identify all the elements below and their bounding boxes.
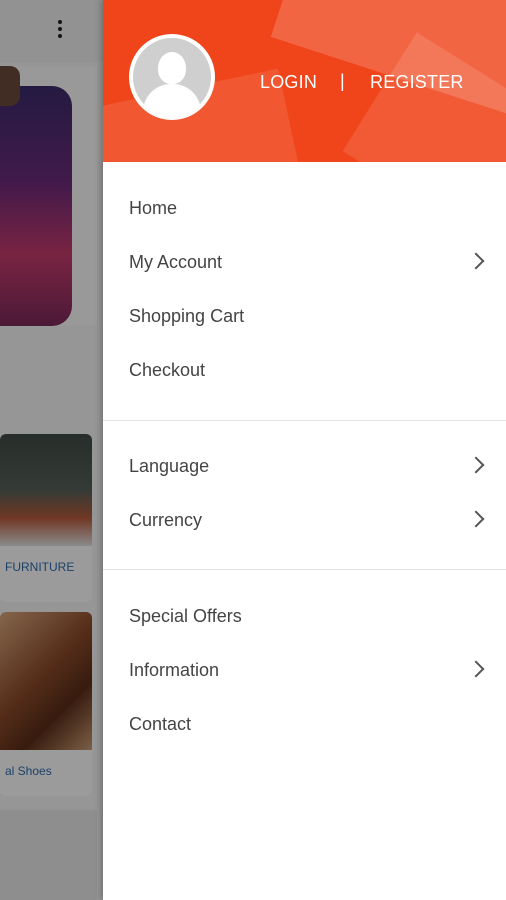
menu-item-label: Language <box>129 456 210 476</box>
avatar-placeholder <box>133 38 211 116</box>
menu-item-currency[interactable]: Currency <box>103 495 506 549</box>
avatar-head <box>158 52 186 84</box>
menu-item-language[interactable]: Language <box>103 441 506 495</box>
avatar-icon[interactable] <box>129 34 215 120</box>
auth-separator: | <box>340 71 345 91</box>
menu-item-label: Special Offers <box>129 606 242 626</box>
menu-item-shopping-cart[interactable]: Shopping Cart <box>103 291 506 345</box>
menu-divider <box>103 420 506 421</box>
menu-item-checkout[interactable]: Checkout <box>103 345 506 399</box>
chevron-right-icon <box>467 252 485 270</box>
drawer-header: LOGIN | REGISTER <box>103 0 506 162</box>
menu-item-contact[interactable]: Contact <box>103 699 506 753</box>
menu-item-label: My Account <box>129 252 223 272</box>
avatar-body <box>143 84 201 116</box>
menu-item-my-account[interactable]: My Account <box>103 237 506 291</box>
menu-item-label: Information <box>129 660 220 680</box>
chevron-right-icon <box>467 660 485 678</box>
navigation-drawer: LOGIN | REGISTER Home My Account Shoppin… <box>103 0 506 900</box>
menu-divider <box>103 569 506 570</box>
menu-item-special-offers[interactable]: Special Offers <box>103 591 506 645</box>
menu-item-information[interactable]: Information <box>103 645 506 699</box>
menu-item-label: Currency <box>129 510 203 530</box>
login-link[interactable]: LOGIN <box>260 72 317 93</box>
menu-item-label: Shopping Cart <box>129 306 245 326</box>
chevron-right-icon <box>467 510 485 528</box>
menu-item-home[interactable]: Home <box>103 183 506 237</box>
menu-item-label: Checkout <box>129 360 206 380</box>
menu-item-label: Home <box>129 198 178 218</box>
chevron-right-icon <box>467 456 485 474</box>
menu-item-label: Contact <box>129 714 192 734</box>
register-link[interactable]: REGISTER <box>370 72 464 93</box>
